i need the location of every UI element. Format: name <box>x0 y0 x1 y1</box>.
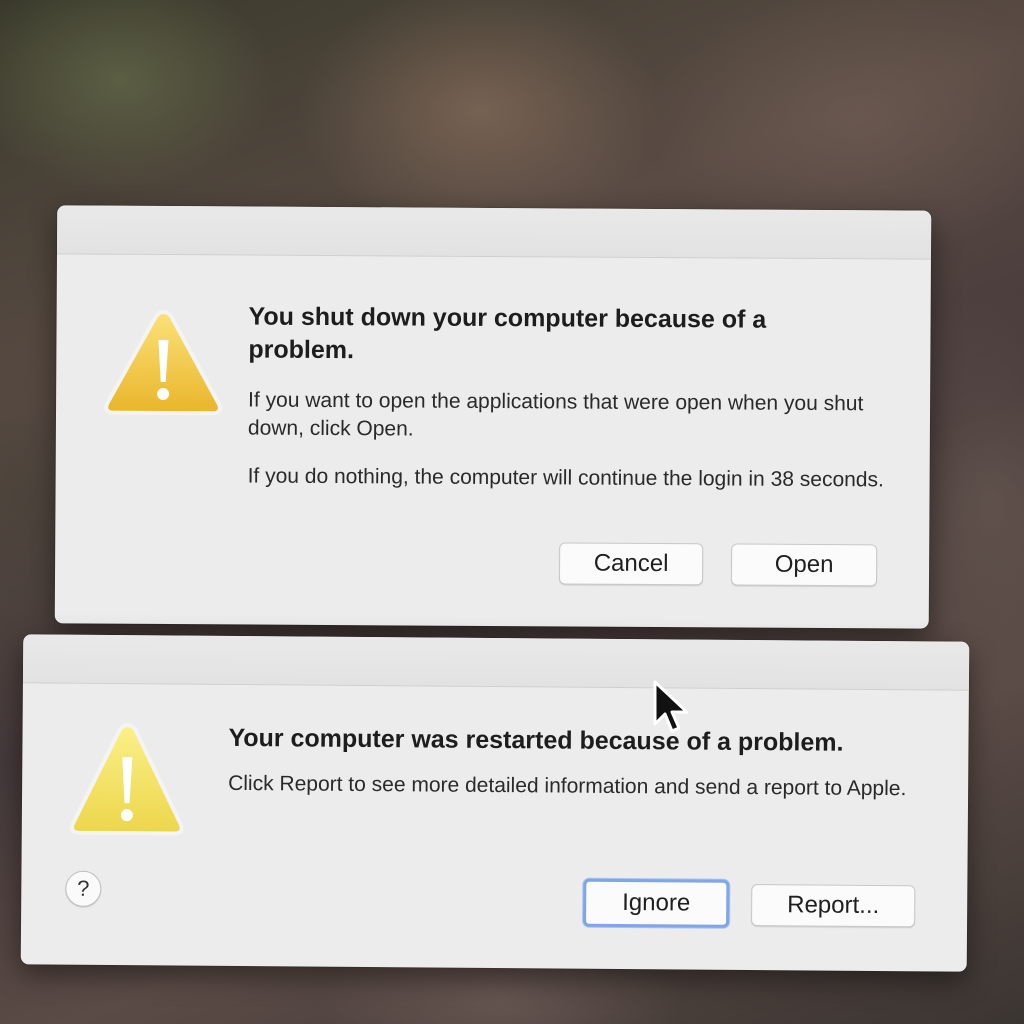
help-button[interactable]: ? <box>65 870 102 907</box>
restart-title: Your computer was restarted because of a… <box>228 723 844 757</box>
dialog-titlebar <box>22 634 970 691</box>
restart-alert-dialog: Your computer was restarted because of a… <box>20 634 970 972</box>
restart-message: Click Report to see more detailed inform… <box>228 771 907 801</box>
report-button[interactable]: Report... <box>751 884 916 928</box>
ignore-button[interactable]: Ignore <box>583 878 730 928</box>
open-button[interactable]: Open <box>730 543 878 587</box>
cancel-button[interactable]: Cancel <box>558 542 704 586</box>
warning-icon <box>69 723 184 836</box>
desktop-wallpaper: You shut down your computer because of a… <box>0 0 1024 1024</box>
shutdown-message-open: If you want to open the applications tha… <box>247 388 864 441</box>
shutdown-alert-dialog: You shut down your computer because of a… <box>54 205 932 629</box>
shutdown-message-countdown: If you do nothing, the computer will con… <box>247 464 884 492</box>
shutdown-title: You shut down your computer because of a… <box>248 302 767 365</box>
warning-icon <box>104 309 222 416</box>
mouse-pointer-icon <box>653 680 689 733</box>
dialog-titlebar <box>56 205 932 260</box>
